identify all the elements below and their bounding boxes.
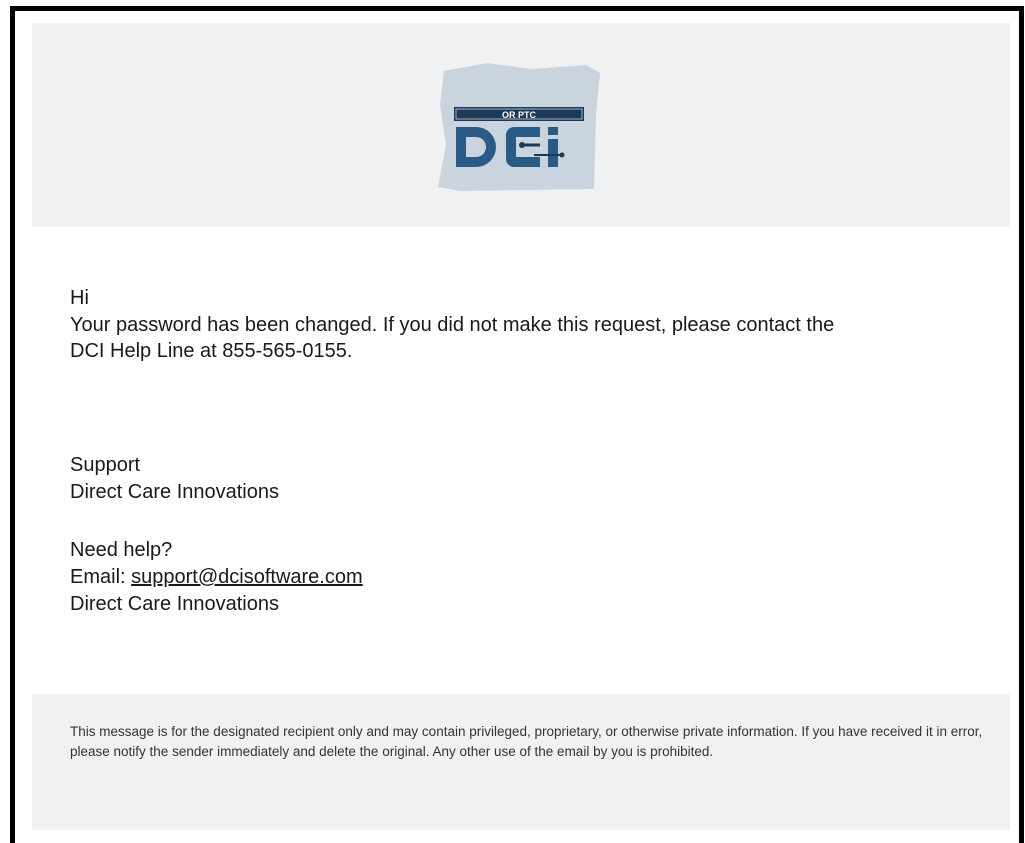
email-label: Email: bbox=[70, 566, 132, 588]
logo-banner-text: OR PTC bbox=[502, 110, 537, 120]
email-row: Email: support@dcisoftware.com bbox=[70, 564, 363, 590]
or-ptc-dci-logo: OR PTC bbox=[438, 63, 600, 191]
logo-letter-i bbox=[548, 139, 558, 167]
email-body: Hi Your password has been changed. If yo… bbox=[32, 227, 1010, 694]
help-company: Direct Care Innovations bbox=[70, 593, 279, 615]
email-footer: This message is for the designated recip… bbox=[32, 694, 1010, 830]
disclaimer-text: This message is for the designated recip… bbox=[70, 724, 983, 759]
signoff-name: Support bbox=[70, 454, 141, 476]
email-frame: OR PTC Hi Your password has been changed… bbox=[10, 6, 1024, 843]
support-email-link[interactable]: support@dcisoftware.com bbox=[131, 566, 363, 588]
email-header: OR PTC bbox=[32, 23, 1010, 227]
message-line-1: Your password has been changed. If you d… bbox=[70, 314, 835, 336]
greeting: Hi bbox=[70, 287, 89, 309]
signoff-company: Direct Care Innovations bbox=[70, 481, 279, 503]
message-line-2: DCI Help Line at 855-565-0155. bbox=[70, 340, 353, 362]
help-heading: Need help? bbox=[70, 539, 173, 561]
